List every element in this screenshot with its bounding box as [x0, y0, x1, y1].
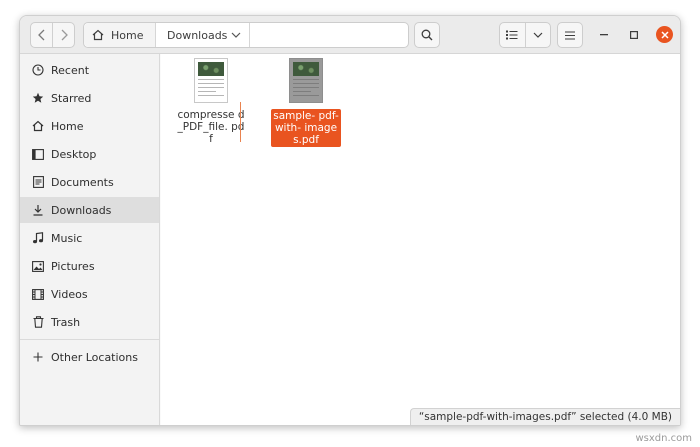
sidebar-item-videos[interactable]: Videos	[20, 281, 159, 307]
sidebar-item-desktop[interactable]: Desktop	[20, 141, 159, 167]
star-icon	[31, 91, 45, 105]
sidebar-item-label: Other Locations	[51, 350, 138, 364]
sidebar-item-label: Downloads	[51, 203, 112, 217]
list-view-button[interactable]	[500, 23, 525, 47]
maximize-button[interactable]	[627, 28, 641, 42]
minimize-icon	[600, 34, 608, 36]
file-name: sample- pdf-with- images.pdf	[271, 109, 341, 147]
pdf-thumbnail-icon	[194, 58, 228, 103]
forward-button[interactable]	[52, 23, 74, 47]
plus-icon	[31, 350, 45, 364]
file-manager-window: Home Downloads Recent Starred Home Deskt…	[19, 15, 681, 426]
search-icon	[421, 29, 433, 41]
sidebar-item-label: Documents	[51, 175, 114, 189]
home-icon	[31, 119, 45, 133]
picture-icon	[31, 259, 45, 273]
watermark: wsxdn.com	[635, 433, 692, 444]
search-button[interactable]	[414, 22, 440, 48]
file-item[interactable]: compresse d_PDF_file. pdf	[176, 58, 246, 145]
music-icon	[31, 231, 45, 245]
desktop-icon	[31, 147, 45, 161]
breadcrumb-downloads-label: Downloads	[167, 28, 228, 42]
sidebar-item-recent[interactable]: Recent	[20, 57, 159, 83]
sidebar-item-other-locations[interactable]: Other Locations	[20, 344, 159, 370]
sidebar-item-label: Recent	[51, 63, 90, 77]
path-bar: Home Downloads	[83, 22, 409, 48]
pdf-thumbnail-icon	[289, 58, 323, 103]
video-icon	[31, 287, 45, 301]
home-icon	[92, 29, 104, 41]
breadcrumb-home[interactable]: Home	[84, 23, 156, 47]
sidebar-item-starred[interactable]: Starred	[20, 85, 159, 111]
close-icon	[660, 30, 669, 39]
main-menu-button[interactable]	[557, 22, 583, 48]
list-view-icon	[506, 30, 518, 40]
sidebar-item-label: Desktop	[51, 147, 97, 161]
maximize-icon	[630, 31, 638, 39]
sidebar-item-home[interactable]: Home	[20, 113, 159, 139]
sidebar-item-label: Trash	[51, 315, 81, 329]
document-icon	[31, 175, 45, 189]
rename-caret	[240, 102, 241, 142]
file-item-selected[interactable]: sample- pdf-with- images.pdf	[271, 58, 341, 147]
minimize-button[interactable]	[597, 28, 611, 42]
trash-icon	[31, 315, 45, 329]
clock-icon	[31, 63, 45, 77]
navigation-buttons	[30, 22, 75, 48]
hamburger-menu-icon	[565, 31, 575, 39]
breadcrumb-home-label: Home	[111, 28, 144, 42]
sidebar-separator	[20, 339, 159, 340]
sidebar-item-label: Videos	[51, 287, 88, 301]
close-button[interactable]	[656, 26, 673, 43]
header-bar: Home Downloads	[20, 16, 680, 54]
sidebar-item-label: Music	[51, 231, 83, 245]
chevron-down-icon	[533, 32, 543, 38]
places-sidebar: Recent Starred Home Desktop Documents Do…	[20, 54, 160, 425]
sidebar-item-music[interactable]: Music	[20, 225, 159, 251]
chevron-right-icon	[61, 29, 68, 41]
chevron-down-icon	[231, 32, 241, 38]
selection-status-bar: “sample-pdf-with-images.pdf” selected (4…	[409, 408, 680, 425]
file-view: compresse d_PDF_file. pdf sample- pdf-wi…	[161, 54, 680, 425]
sidebar-item-documents[interactable]: Documents	[20, 169, 159, 195]
view-toggle-group	[499, 22, 551, 48]
sidebar-item-trash[interactable]: Trash	[20, 309, 159, 335]
sidebar-item-downloads[interactable]: Downloads	[20, 197, 159, 223]
sidebar-item-label: Pictures	[51, 259, 95, 273]
back-button[interactable]	[31, 23, 52, 47]
download-icon	[31, 203, 45, 217]
chevron-left-icon	[37, 29, 44, 41]
breadcrumb-downloads[interactable]: Downloads	[156, 23, 250, 47]
file-name: compresse d_PDF_file. pdf	[177, 109, 245, 145]
sidebar-item-label: Home	[51, 119, 84, 133]
sidebar-item-label: Starred	[51, 91, 92, 105]
view-options-button[interactable]	[524, 23, 551, 47]
sidebar-item-pictures[interactable]: Pictures	[20, 253, 159, 279]
